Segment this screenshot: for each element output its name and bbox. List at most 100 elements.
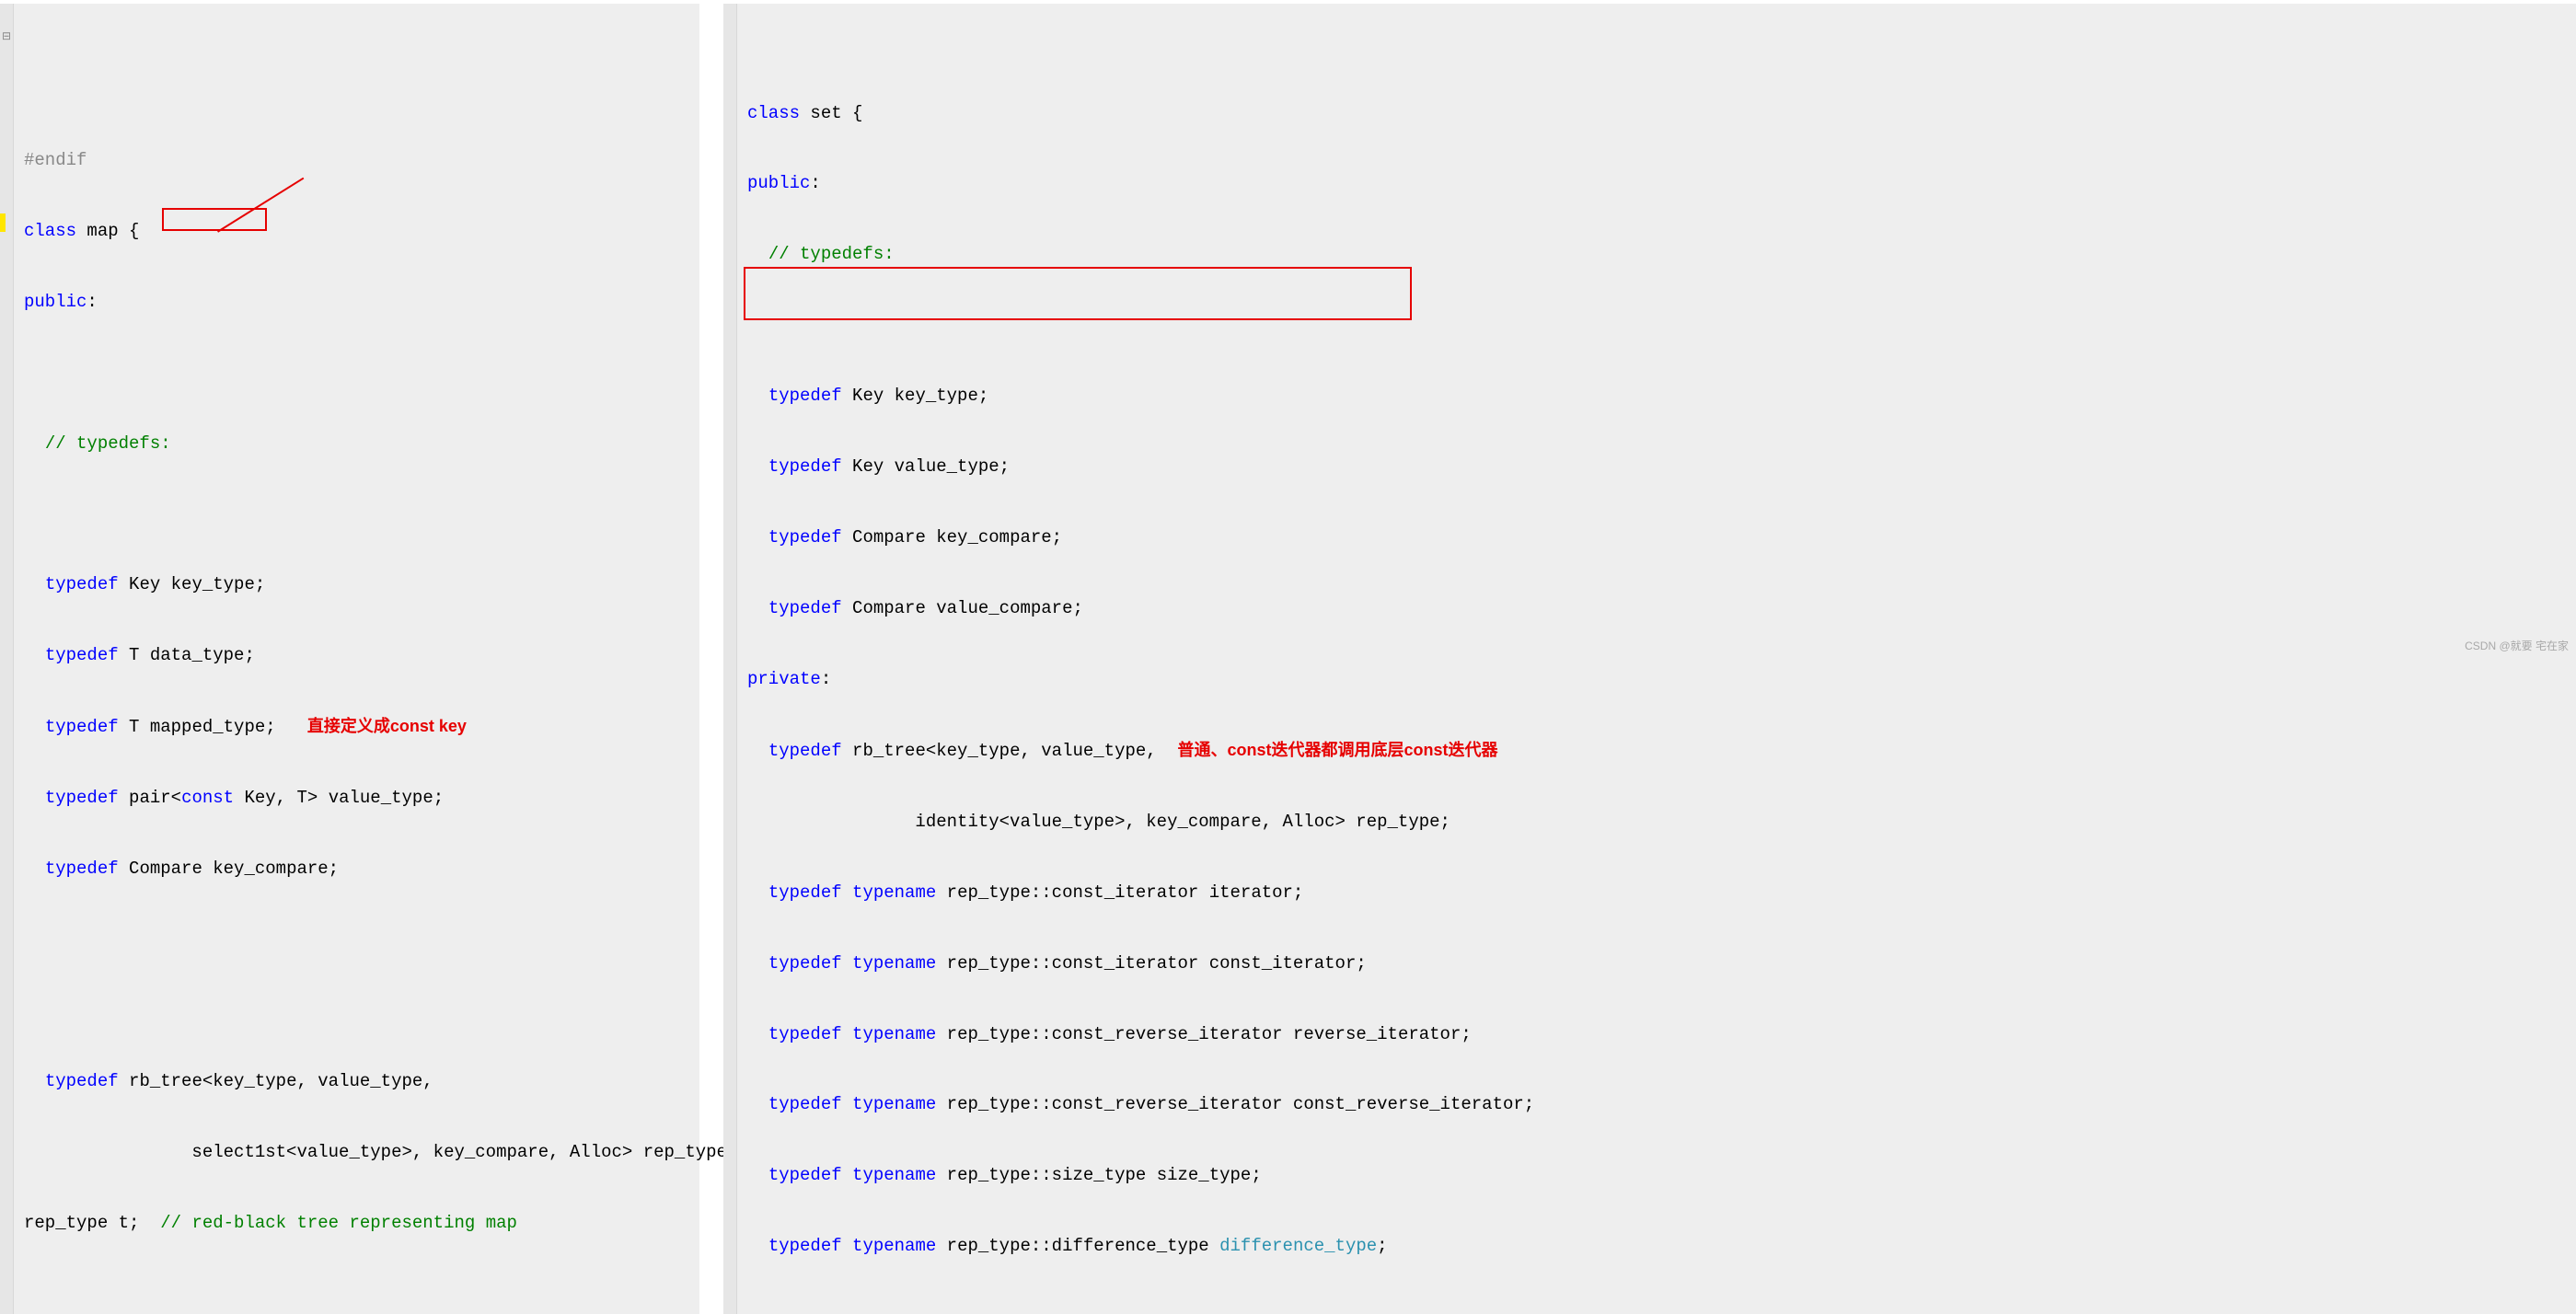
text: rep_type::const_iterator iterator; — [936, 882, 1303, 903]
keyword-typedef: typedef — [45, 717, 119, 737]
code-line: typedef pair<const Key, T> value_type; — [7, 787, 688, 811]
right-code-pane: class set { public: // typedefs: typedef… — [723, 4, 2576, 1314]
annotation-left: 直接定义成const key — [307, 717, 467, 735]
keyword-typedef: typedef — [768, 386, 842, 406]
code-line: // typedefs: — [7, 432, 688, 456]
text: Key, — [234, 788, 286, 808]
code-line: typedef T mapped_type; 直接定义成const key — [7, 715, 688, 740]
change-marker — [0, 213, 6, 232]
text: set { — [800, 103, 862, 123]
text: map { — [76, 221, 139, 241]
keyword-typedef: typedef — [45, 859, 119, 879]
semicolon: ; — [1377, 1236, 1387, 1256]
code-line: class map { — [7, 220, 688, 244]
code-line: typedef rb_tree<key_type, value_type, 普通… — [731, 739, 2565, 764]
keyword-typedef: typedef — [45, 574, 119, 594]
keyword-typedef: typedef — [768, 1094, 842, 1114]
code-line: typedef typename rep_type::const_iterato… — [731, 882, 2565, 905]
blank-line — [7, 928, 688, 952]
code-line: class set { — [731, 102, 2565, 126]
keyword-typedef: typedef — [768, 1024, 842, 1044]
code-line: typedef rb_tree<key_type, value_type, — [7, 1070, 688, 1094]
keyword-typedef: typedef — [45, 645, 119, 665]
blank-line — [7, 999, 688, 1023]
right-gutter — [723, 4, 737, 1314]
code-line: typedef typename rep_type::size_type siz… — [731, 1164, 2565, 1188]
blank-line — [7, 362, 688, 386]
comment: // red-black tree representing map — [160, 1213, 517, 1233]
keyword-typedef: typedef — [768, 527, 842, 548]
left-code-pane: ⊟ #endif class map { public: // typedefs… — [0, 4, 699, 1314]
keyword-typedef: typedef — [45, 788, 119, 808]
text: Compare key_compare; — [842, 527, 1062, 548]
code-line: typedef typename rep_type::const_iterato… — [731, 952, 2565, 976]
text: T> value_type; — [286, 788, 444, 808]
keyword-typedef: typedef — [768, 598, 842, 618]
text: pair< — [119, 788, 181, 808]
preproc: #endif — [24, 150, 87, 170]
type-name: difference_type — [1219, 1236, 1377, 1256]
keyword-typedef: typedef — [768, 882, 842, 903]
text: rb_tree<key_type, value_type, — [119, 1071, 433, 1091]
text: T data_type; — [119, 645, 255, 665]
keyword-typename: typename — [852, 1094, 936, 1114]
text: rep_type::const_iterator const_iterator; — [936, 953, 1366, 974]
keyword-typedef: typedef — [768, 456, 842, 477]
keyword-const: const — [181, 788, 234, 808]
code-line: #endif — [7, 149, 688, 173]
code-line: // typedefs: — [731, 243, 2565, 267]
keyword-typedef: typedef — [768, 1165, 842, 1185]
code-line: typedef T data_type; — [7, 644, 688, 668]
colon: : — [87, 292, 97, 312]
text: Key value_type; — [842, 456, 1010, 477]
keyword-private: private — [747, 669, 821, 689]
code-line: public: — [7, 291, 688, 315]
text: rep_type t; — [24, 1213, 160, 1233]
keyword-typedef: typedef — [768, 953, 842, 974]
colon: : — [810, 173, 820, 193]
code-line: typedef Key value_type; — [731, 455, 2565, 479]
blank-line — [7, 502, 688, 526]
annotation-right: 普通、const迭代器都调用底层const迭代器 — [1178, 741, 1498, 759]
text: rep_type::const_reverse_iterator reverse… — [936, 1024, 1472, 1044]
split-view: ⊟ #endif class map { public: // typedefs… — [0, 0, 2576, 1314]
text: rb_tree<key_type, value_type, — [842, 741, 1157, 761]
keyword-typedef: typedef — [768, 741, 842, 761]
fold-glyph[interactable]: ⊟ — [0, 29, 13, 44]
keyword-typename: typename — [852, 953, 936, 974]
code-line: public: — [731, 172, 2565, 196]
code-line: select1st<value_type>, key_compare, Allo… — [7, 1141, 688, 1165]
blank-line — [731, 314, 2565, 338]
keyword-class: class — [747, 103, 800, 123]
left-gutter — [0, 4, 14, 1314]
colon: : — [821, 669, 831, 689]
comment: // typedefs: — [45, 433, 171, 454]
code-line: typedef Key key_type; — [7, 573, 688, 597]
text: Compare value_compare; — [842, 598, 1083, 618]
code-line: rep_type t; // red-black tree representi… — [7, 1212, 688, 1236]
code-line: typedef Compare key_compare; — [7, 858, 688, 882]
code-line: typedef typename rep_type::difference_ty… — [731, 1235, 2565, 1259]
text: Key key_type; — [119, 574, 266, 594]
keyword-typename: typename — [852, 1024, 936, 1044]
keyword-typedef: typedef — [768, 1236, 842, 1256]
text: rep_type::difference_type — [936, 1236, 1219, 1256]
text: Key key_type; — [842, 386, 989, 406]
keyword-public: public — [747, 173, 810, 193]
text: select1st<value_type>, key_compare, Allo… — [24, 1142, 737, 1162]
text: rep_type::const_reverse_iterator const_r… — [936, 1094, 1534, 1114]
code-line: typedef Compare key_compare; — [731, 526, 2565, 550]
highlight-box-right — [744, 267, 1412, 320]
keyword-typedef: typedef — [45, 1071, 119, 1091]
keyword-typename: typename — [852, 1236, 936, 1256]
code-line: typedef typename rep_type::const_reverse… — [731, 1093, 2565, 1117]
keyword-typename: typename — [852, 882, 936, 903]
text: identity<value_type>, key_compare, Alloc… — [747, 812, 1450, 832]
keyword-public: public — [24, 292, 87, 312]
comment: // typedefs: — [768, 244, 895, 264]
keyword-typename: typename — [852, 1165, 936, 1185]
text: rep_type::size_type size_type; — [936, 1165, 1261, 1185]
keyword-class: class — [24, 221, 76, 241]
code-line: private: — [731, 668, 2565, 692]
code-line: typedef typename rep_type::const_reverse… — [731, 1023, 2565, 1047]
